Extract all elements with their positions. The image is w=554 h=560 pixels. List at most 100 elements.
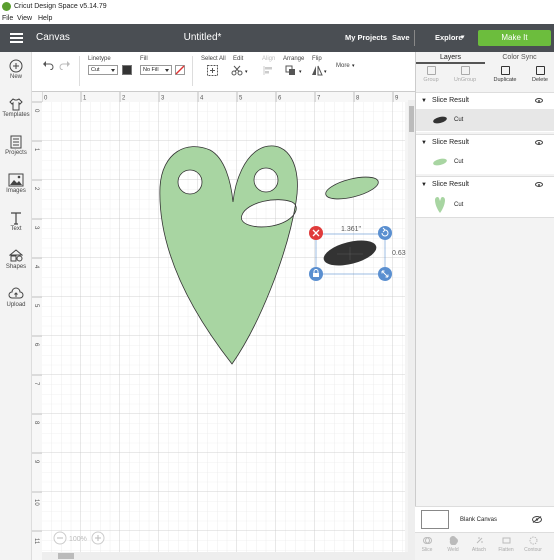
menu-file[interactable]: File — [2, 13, 13, 24]
contour-icon — [529, 536, 538, 545]
projects-icon — [10, 135, 22, 149]
layer-row-selected[interactable]: Cut — [416, 109, 554, 131]
delete-handle-icon[interactable] — [309, 226, 323, 240]
duplicate-label: Duplicate — [493, 77, 517, 83]
layer-header[interactable]: ▼ Slice Result — [416, 93, 554, 109]
select-all-label: Select All — [201, 56, 226, 62]
attach-button[interactable]: Attach — [468, 547, 490, 553]
undo-icon[interactable] — [42, 60, 54, 70]
hamburger-menu-icon[interactable] — [10, 33, 23, 43]
sidebar-label-upload: Upload — [6, 302, 26, 308]
sidebar-label-new: New — [9, 74, 22, 80]
sidebar-item-upload[interactable]: Upload — [0, 287, 32, 321]
linetype-color-swatch[interactable] — [122, 65, 132, 75]
sidebar-item-templates[interactable]: Templates — [0, 97, 32, 131]
sidebar-item-text[interactable]: Text — [0, 211, 32, 245]
flatten-button[interactable]: Flatten — [495, 547, 517, 553]
lock-handle-icon[interactable] — [309, 267, 323, 281]
redo-icon[interactable] — [59, 60, 71, 70]
chevron-down-icon[interactable]: ▼ — [421, 177, 427, 193]
chevron-down-icon[interactable]: ▼ — [421, 93, 427, 109]
arrange-icon[interactable] — [285, 65, 298, 76]
horizontal-scrollbar-thumb[interactable] — [58, 553, 74, 559]
left-sidebar: New Templates Projects Images Text Shape… — [0, 52, 32, 560]
contour-button[interactable]: Contour — [522, 547, 544, 553]
cricut-logo-icon — [2, 2, 11, 11]
layer-header[interactable]: ▼ Slice Result — [416, 135, 554, 151]
canvas-grid[interactable]: 0123456789 01234567891011 1.361" 0.63 10… — [32, 92, 415, 560]
sidebar-item-shapes[interactable]: Shapes — [0, 249, 32, 283]
header-divider — [414, 30, 415, 46]
layer-group[interactable]: ▼ Slice Result Cut — [416, 176, 554, 218]
eye-icon[interactable] — [535, 140, 543, 145]
resize-handle-icon[interactable] — [378, 267, 392, 281]
delete-button[interactable]: Delete — [527, 66, 553, 88]
select-all-icon[interactable] — [207, 65, 218, 76]
slice-button[interactable]: Slice — [416, 547, 438, 553]
ungroup-button[interactable]: UnGroup — [452, 66, 478, 88]
blank-canvas-row[interactable]: Blank Canvas — [415, 506, 554, 532]
vertical-scrollbar[interactable] — [408, 100, 415, 560]
eye-icon[interactable] — [535, 98, 543, 103]
weld-icon — [449, 536, 458, 545]
rotate-handle-icon[interactable] — [378, 226, 392, 240]
horizontal-scrollbar[interactable] — [42, 552, 408, 560]
no-fill-swatch-icon[interactable] — [175, 65, 185, 75]
more-dropdown[interactable]: More — [336, 63, 350, 69]
layer-group[interactable]: ▼ Slice Result Cut — [416, 92, 554, 132]
weld-button[interactable]: Weld — [442, 547, 464, 553]
layer-operation: Cut — [454, 159, 464, 165]
flip-chevron-down-icon[interactable]: ▾ — [324, 69, 327, 75]
layer-group[interactable]: ▼ Slice Result Cut — [416, 134, 554, 174]
layer-row[interactable]: Cut — [416, 151, 554, 173]
eye-icon[interactable] — [535, 182, 543, 187]
save-button[interactable]: Save — [392, 24, 410, 52]
fill-dropdown[interactable]: No Fill — [140, 65, 172, 75]
document-title[interactable]: Untitled* — [150, 24, 255, 52]
text-icon — [11, 212, 21, 225]
more-chevron-down-icon[interactable]: ▾ — [352, 63, 355, 69]
linetype-dropdown[interactable]: Cut — [88, 65, 118, 75]
tab-layers[interactable]: Layers — [416, 52, 485, 64]
vertical-scrollbar-thumb[interactable] — [409, 106, 414, 132]
chevron-down-icon[interactable]: ▾ — [461, 24, 465, 52]
make-it-button[interactable]: Make It — [478, 30, 551, 46]
zoom-level: 100% — [69, 536, 87, 543]
layer-thumbnail-green-ellipse — [433, 158, 447, 166]
flip-icon[interactable] — [311, 65, 323, 76]
layer-row[interactable]: Cut — [416, 194, 554, 216]
sidebar-item-new[interactable]: New — [0, 59, 32, 93]
layer-header[interactable]: ▼ Slice Result — [416, 177, 554, 193]
selection-height-readout: 0.63 — [392, 250, 406, 257]
duplicate-icon — [500, 66, 510, 75]
ruler-vertical: 01234567891011 — [32, 92, 42, 560]
sidebar-item-images[interactable]: Images — [0, 173, 32, 207]
layer-bottom-actions: Slice Weld Attach Flatten Contour — [415, 532, 554, 560]
layer-operation: Cut — [454, 202, 464, 208]
flatten-icon — [502, 537, 511, 544]
menu-bar: File View Help — [0, 13, 554, 24]
ruler-left-label: 11 — [33, 538, 39, 545]
group-button[interactable]: Group — [418, 66, 444, 88]
layer-name: Slice Result — [432, 181, 469, 188]
tab-color-sync[interactable]: Color Sync — [485, 52, 554, 64]
flip-label: Flip — [312, 56, 322, 62]
blank-canvas-swatch[interactable] — [421, 510, 449, 529]
align-icon[interactable] — [263, 65, 274, 76]
chevron-down-icon[interactable]: ▼ — [421, 135, 427, 151]
sidebar-label-projects: Projects — [5, 150, 27, 156]
scissors-icon[interactable] — [231, 65, 244, 76]
menu-view[interactable]: View — [17, 13, 32, 24]
my-projects-link[interactable]: My Projects — [345, 24, 387, 52]
design-canvas[interactable]: 0123456789 0 1 2 3 4 5 6 7 8 9 10 11 1.361" 0.63 — [32, 92, 415, 560]
hidden-eye-icon[interactable] — [532, 516, 542, 523]
sidebar-item-projects[interactable]: Projects — [0, 135, 32, 169]
duplicate-button[interactable]: Duplicate — [492, 66, 518, 88]
linetype-label: Linetype — [88, 56, 111, 62]
sidebar-label-templates: Templates — [2, 112, 30, 118]
layer-operation: Cut — [454, 117, 464, 123]
menu-help[interactable]: Help — [38, 13, 52, 24]
edit-chevron-down-icon[interactable]: ▾ — [245, 69, 248, 75]
arrange-chevron-down-icon[interactable]: ▾ — [299, 69, 302, 75]
explore-dropdown[interactable]: Explore — [435, 24, 463, 52]
